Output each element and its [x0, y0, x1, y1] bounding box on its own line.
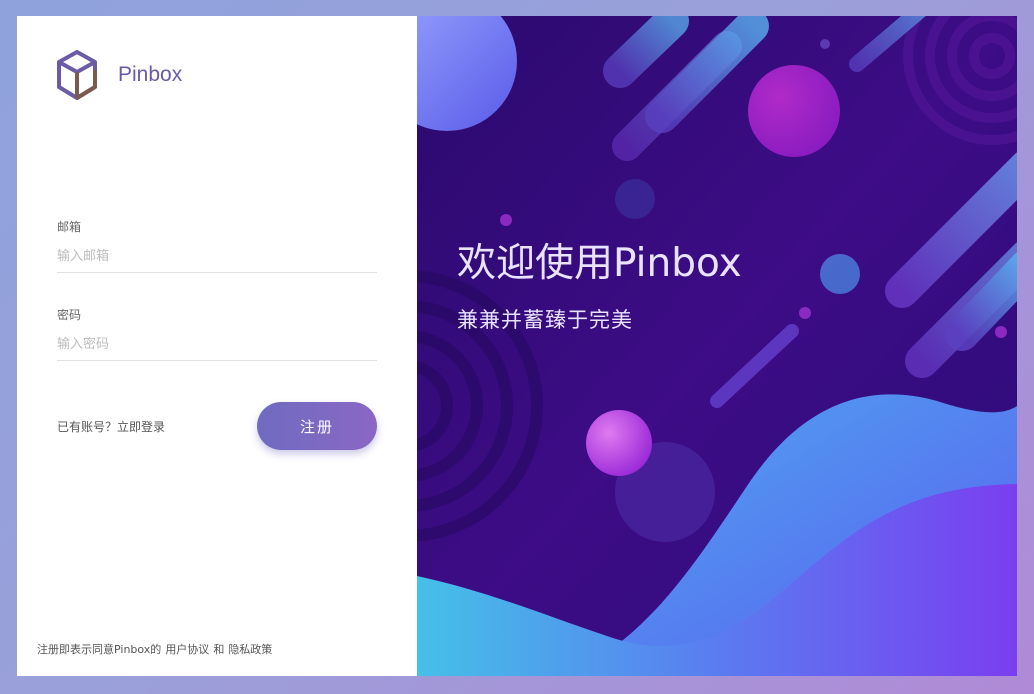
terms-prefix: 注册即表示同意Pinbox的: [37, 643, 162, 656]
cube-icon: [56, 50, 98, 100]
email-field-group: 邮箱: [57, 218, 377, 273]
email-label: 邮箱: [57, 220, 82, 234]
register-button[interactable]: 注册: [257, 402, 377, 450]
register-card: Pinbox 邮箱 密码 已有账号？立即登录 注册 注册即表示同意Pinbox的…: [17, 16, 1017, 676]
privacy-policy-link[interactable]: 隐私政策: [228, 643, 272, 656]
brand-name: Pinbox: [118, 63, 183, 86]
email-input[interactable]: [57, 249, 377, 273]
user-agreement-link[interactable]: 用户协议: [165, 643, 209, 656]
hero-illustration: [417, 16, 1017, 676]
login-link[interactable]: 已有账号？立即登录: [57, 418, 165, 435]
hero-subtitle: 兼兼并蓄臻于完美: [457, 308, 633, 332]
terms-notice: 注册即表示同意Pinbox的 用户协议和隐私政策: [37, 641, 276, 657]
register-panel: Pinbox 邮箱 密码 已有账号？立即登录 注册 注册即表示同意Pinbox的…: [17, 16, 417, 676]
hero-panel: 欢迎使用Pinbox 兼兼并蓄臻于完美: [417, 16, 1017, 676]
brand: Pinbox: [56, 50, 182, 100]
password-input[interactable]: [57, 337, 377, 361]
password-field-group: 密码: [57, 306, 377, 361]
password-label: 密码: [57, 308, 82, 322]
terms-and: 和: [213, 643, 225, 656]
hero-title: 欢迎使用Pinbox: [457, 241, 742, 286]
